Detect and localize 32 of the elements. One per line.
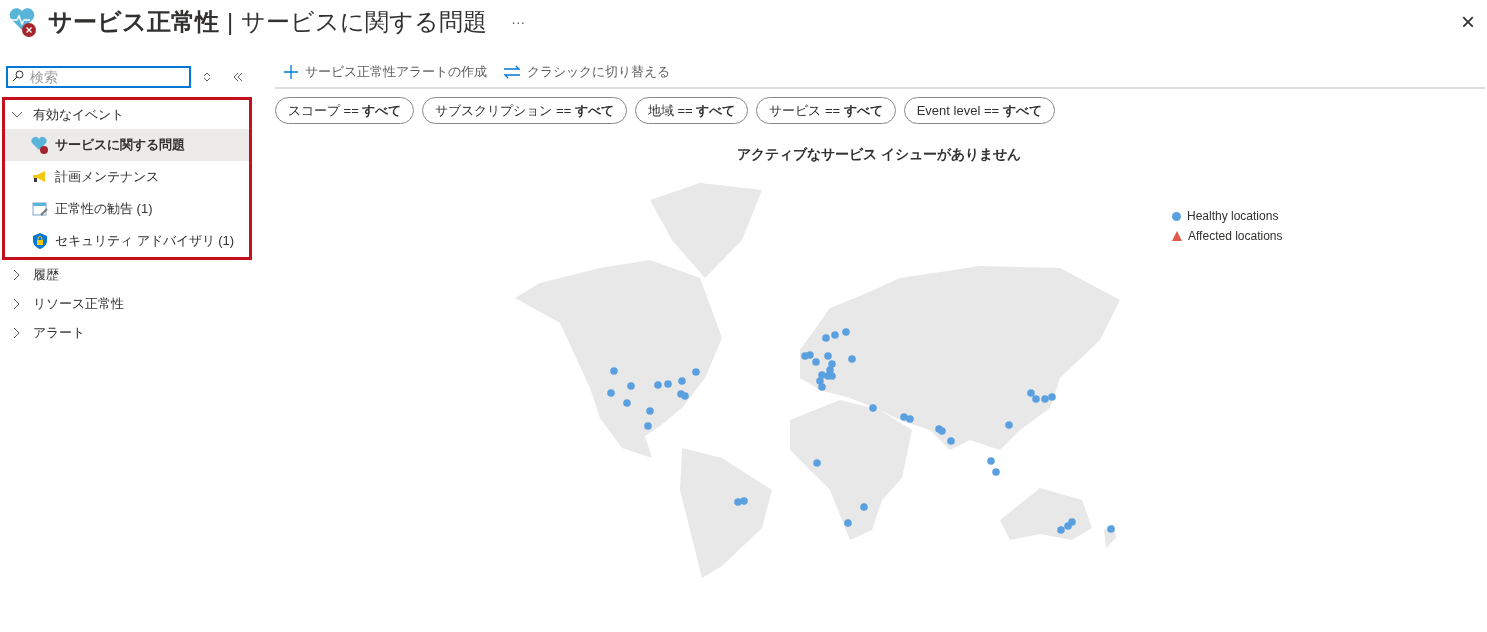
map-title: アクティブなサービス イシューがありません: [737, 145, 1021, 164]
shield-lock-icon: [31, 232, 49, 250]
more-button[interactable]: ···: [511, 11, 526, 33]
toolbar-button[interactable]: サービス正常性アラートの作成: [283, 62, 487, 82]
calendar-icon: [31, 200, 49, 218]
page-title: サービス正常性: [48, 7, 219, 37]
nav-item[interactable]: 正常性の勧告 (1): [5, 193, 249, 225]
tree-group[interactable]: 有効なイベント: [5, 100, 249, 129]
tree-group[interactable]: 履歴: [5, 260, 255, 289]
toolbar-button[interactable]: クラシックに切り替える: [503, 62, 670, 82]
chevron-right-icon: [13, 297, 21, 310]
chevron-right-icon: [13, 268, 21, 281]
heart-monitor-error-icon: [8, 6, 38, 38]
nav-item[interactable]: サービスに関する問題: [5, 129, 249, 161]
page-subtitle: サービスに関する問題: [241, 7, 488, 37]
collapse-icon[interactable]: [233, 72, 243, 82]
search-field[interactable]: 検索: [6, 66, 191, 88]
legend-label: Affected locations: [1188, 228, 1283, 245]
title-separator: |: [227, 7, 234, 37]
tree-group[interactable]: リソース正常性: [5, 289, 255, 318]
tree-group[interactable]: アラート: [5, 318, 255, 347]
heart-error-icon: [31, 136, 49, 154]
swap-arrows-icon: [503, 65, 521, 79]
nav-item[interactable]: 計画メンテナンス: [5, 161, 249, 193]
search-icon: [12, 70, 24, 82]
plus-icon: [283, 64, 299, 80]
legend-label: Healthy locations: [1187, 208, 1279, 225]
nav-item[interactable]: セキュリティ アドバイザリ (1): [5, 225, 249, 257]
sort-icon[interactable]: [203, 72, 211, 82]
chevron-right-icon: [13, 326, 21, 339]
chevron-down-icon: [11, 110, 23, 119]
close-button[interactable]: ×: [1461, 4, 1475, 40]
